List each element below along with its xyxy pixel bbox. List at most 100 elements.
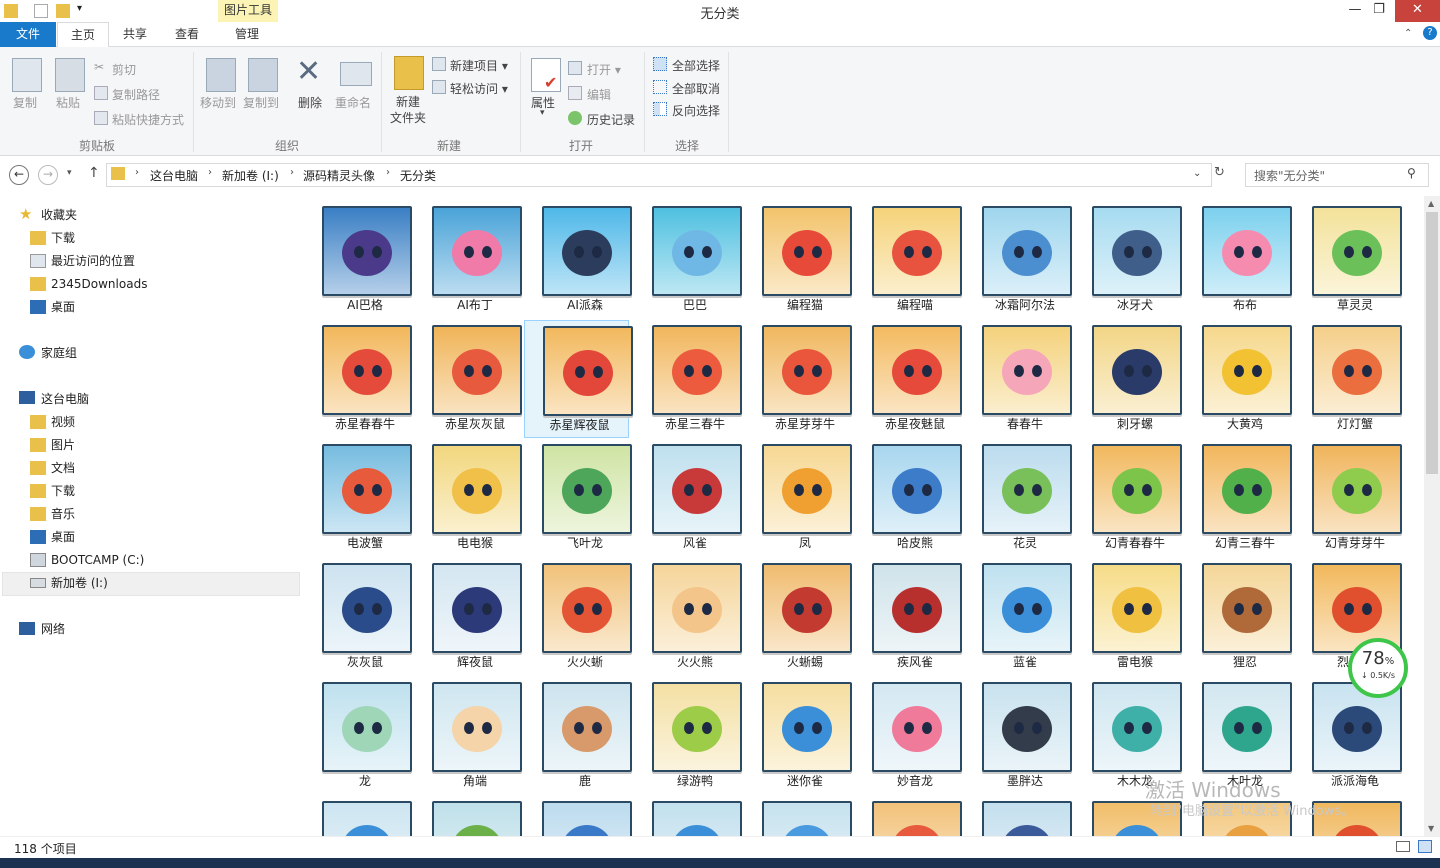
properties-big-icon[interactable]: ✔ <box>531 58 561 92</box>
edit-button[interactable]: 编辑 <box>587 86 611 103</box>
file-item[interactable] <box>970 791 1074 836</box>
file-item[interactable]: 鹿 <box>530 672 634 790</box>
file-item[interactable]: 哈皮熊 <box>860 434 964 552</box>
close-button[interactable]: ✕ <box>1395 0 1440 22</box>
ribbon-collapse-icon[interactable]: ⌃ <box>1404 28 1412 39</box>
tab-home[interactable]: 主页 <box>57 22 109 48</box>
file-item[interactable] <box>310 791 414 836</box>
file-item[interactable]: 幻青春春牛 <box>1080 434 1184 552</box>
file-item[interactable]: 冰牙犬 <box>1080 196 1184 314</box>
file-item[interactable] <box>640 791 744 836</box>
file-item[interactable]: 编程喵 <box>860 196 964 314</box>
file-item[interactable]: 巴巴 <box>640 196 744 314</box>
rename-button[interactable]: 重命名 <box>335 94 371 111</box>
nav-homegroup[interactable]: 家庭组 <box>41 342 77 364</box>
forward-button[interactable]: → <box>38 165 58 185</box>
nav-pc-videos[interactable]: 视频 <box>51 411 75 433</box>
invert-selection-button[interactable]: 反向选择 <box>672 102 720 119</box>
file-item[interactable]: 赤星辉夜鼠 <box>524 320 633 438</box>
history-button[interactable]: 历史记录 <box>587 111 635 128</box>
new-folder-button[interactable]: 新建 文件夹 <box>390 94 426 126</box>
nav-pc-pictures[interactable]: 图片 <box>51 434 75 456</box>
search-icon[interactable]: ⚲ <box>1407 166 1416 180</box>
select-none-button[interactable]: 全部取消 <box>672 80 720 97</box>
file-item[interactable]: AI布丁 <box>420 196 524 314</box>
tab-share[interactable]: 共享 <box>112 22 158 47</box>
nav-fav-downloads[interactable]: 下载 <box>51 227 75 249</box>
file-item[interactable]: 木叶龙 <box>1190 672 1294 790</box>
back-button[interactable]: ← <box>9 165 29 185</box>
file-item[interactable]: AI巴格 <box>310 196 414 314</box>
scroll-down-icon[interactable]: ▼ <box>1428 824 1434 833</box>
paste-icon[interactable] <box>55 58 85 92</box>
file-item[interactable]: 电波蟹 <box>310 434 414 552</box>
delete-button[interactable]: 删除 <box>298 94 322 111</box>
file-item[interactable]: 草灵灵 <box>1300 196 1404 314</box>
chevron-right-icon[interactable]: › <box>290 167 294 178</box>
file-item[interactable]: 花灵 <box>970 434 1074 552</box>
nav-network[interactable]: 网络 <box>41 618 65 640</box>
properties-dropdown-icon[interactable]: ▾ <box>540 108 545 118</box>
file-item[interactable] <box>420 791 524 836</box>
file-item[interactable]: 灰灰鼠 <box>310 553 414 671</box>
file-item[interactable]: 迷你雀 <box>750 672 854 790</box>
select-all-button[interactable]: 全部选择 <box>672 57 720 74</box>
file-item[interactable]: 飞叶龙 <box>530 434 634 552</box>
scroll-up-icon[interactable]: ▲ <box>1428 199 1434 208</box>
file-item[interactable]: 幻青三春牛 <box>1190 434 1294 552</box>
copy-icon[interactable] <box>12 58 42 92</box>
details-view-icon[interactable] <box>1396 841 1410 852</box>
file-item[interactable]: 木木龙 <box>1080 672 1184 790</box>
chevron-right-icon[interactable]: › <box>208 167 212 178</box>
copy-to-icon[interactable] <box>248 58 278 92</box>
file-item[interactable]: 布布 <box>1190 196 1294 314</box>
file-item[interactable]: 火火熊 <box>640 553 744 671</box>
nav-pc-drive-i[interactable]: 新加卷 (I:) <box>51 572 108 594</box>
breadcrumb-source-folder[interactable]: 源码精灵头像 <box>303 167 375 184</box>
file-item[interactable] <box>750 791 854 836</box>
nav-pc-music[interactable]: 音乐 <box>51 503 75 525</box>
nav-pc-bootcamp[interactable]: BOOTCAMP (C:) <box>51 549 144 571</box>
nav-pc-desktop[interactable]: 桌面 <box>51 526 75 548</box>
nav-fav-recent[interactable]: 最近访问的位置 <box>51 250 135 272</box>
file-item[interactable]: 狸忍 <box>1190 553 1294 671</box>
file-item[interactable]: 幻青芽芽牛 <box>1300 434 1404 552</box>
file-item[interactable]: 赤星夜魅鼠 <box>860 315 964 433</box>
network-speed-widget[interactable]: 78% ↓ 0.5K/s <box>1348 638 1408 698</box>
file-item[interactable]: 灯灯蟹 <box>1300 315 1404 433</box>
tab-file[interactable]: 文件 <box>0 22 56 47</box>
file-item[interactable]: 编程猫 <box>750 196 854 314</box>
copy-to-button[interactable]: 复制到 <box>243 94 279 111</box>
easy-access-button[interactable]: 轻松访问 ▾ <box>450 80 508 97</box>
scrollbar-thumb[interactable] <box>1426 212 1438 474</box>
breadcrumb-this-pc[interactable]: 这台电脑 <box>150 167 198 184</box>
copy-button[interactable]: 复制 <box>13 94 37 111</box>
chevron-right-icon[interactable]: › <box>386 167 390 178</box>
rename-icon[interactable] <box>340 62 372 86</box>
file-item[interactable]: 妙音龙 <box>860 672 964 790</box>
paste-button[interactable]: 粘贴 <box>56 94 80 111</box>
file-item[interactable]: 火火蜥 <box>530 553 634 671</box>
move-to-icon[interactable] <box>206 58 236 92</box>
file-item[interactable]: 赤星春春牛 <box>310 315 414 433</box>
file-item[interactable]: 冰霜阿尔法 <box>970 196 1074 314</box>
file-item[interactable]: 凤 <box>750 434 854 552</box>
paste-shortcut-button[interactable]: 粘贴快捷方式 <box>112 111 184 128</box>
file-item[interactable]: 角端 <box>420 672 524 790</box>
cut-button[interactable]: 剪切 <box>112 61 136 78</box>
help-icon[interactable]: ? <box>1423 26 1437 40</box>
copy-path-button[interactable]: 复制路径 <box>112 86 160 103</box>
address-history-dropdown-icon[interactable]: ⌄ <box>1193 168 1201 179</box>
file-item[interactable]: 大黄鸡 <box>1190 315 1294 433</box>
file-item[interactable]: 疾风雀 <box>860 553 964 671</box>
chevron-right-icon[interactable]: › <box>135 167 139 178</box>
maximize-button[interactable]: ❐ <box>1364 0 1394 22</box>
nav-fav-desktop[interactable]: 桌面 <box>51 296 75 318</box>
file-item[interactable]: 绿游鸭 <box>640 672 744 790</box>
file-item[interactable]: 刺牙螺 <box>1080 315 1184 433</box>
nav-favorites[interactable]: 收藏夹 <box>41 204 77 226</box>
nav-pc-documents[interactable]: 文档 <box>51 457 75 479</box>
file-item[interactable]: 春春牛 <box>970 315 1074 433</box>
open-button[interactable]: 打开 ▾ <box>587 61 621 78</box>
large-icons-view-icon[interactable] <box>1418 840 1432 853</box>
